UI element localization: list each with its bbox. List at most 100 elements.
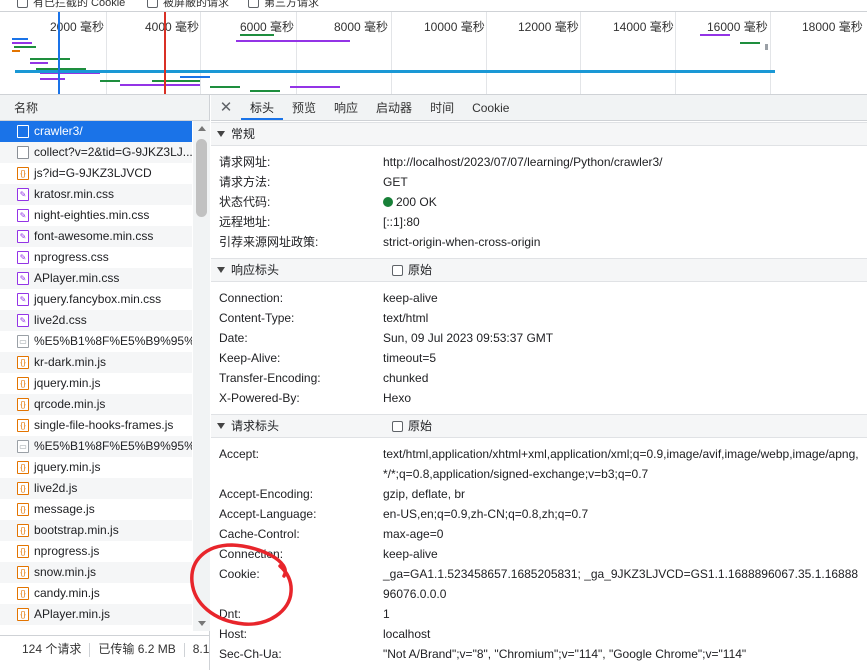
request-row[interactable]: ✎ font-awesome.min.css <box>0 226 192 247</box>
raw-toggle[interactable]: 原始 <box>392 414 432 438</box>
tick-label: 18000 毫秒 <box>802 20 863 34</box>
header-value[interactable]: 1 <box>383 604 859 624</box>
request-row[interactable]: crawler3/ <box>0 121 192 142</box>
request-row[interactable]: {} snow.min.js <box>0 562 192 583</box>
header-row: Sec-Ch-Ua: "Not A/Brand";v="8", "Chromium… <box>211 644 867 664</box>
collapse-triangle-icon[interactable] <box>217 423 225 429</box>
checkbox-icon[interactable] <box>17 0 28 8</box>
header-name: 状态代码: <box>219 195 271 209</box>
request-row[interactable]: ✎ nprogress.css <box>0 247 192 268</box>
checkbox-icon[interactable] <box>392 420 403 432</box>
header-name: Cookie: <box>219 567 260 581</box>
request-row[interactable]: ▭ %E5%B1%8F%E5%B9%95%... <box>0 331 192 352</box>
header-value[interactable]: localhost <box>383 624 859 644</box>
request-headers-section-header[interactable]: 请求标头 原始 <box>211 414 867 438</box>
header-value[interactable]: chunked <box>383 368 859 388</box>
scroll-up-icon[interactable] <box>198 126 206 131</box>
header-value[interactable]: _ga=GA1.1.523458657.1685205831; _ga_9JKZ… <box>383 564 859 604</box>
request-list-scrollbar[interactable] <box>193 121 210 631</box>
header-value[interactable]: timeout=5 <box>383 348 859 368</box>
request-row[interactable]: ✎ live2d.css <box>0 310 192 331</box>
request-row[interactable]: {} candy.min.js <box>0 583 192 604</box>
tab-headers[interactable]: 标头 <box>241 95 284 120</box>
header-row: Accept: text/html,application/xhtml+xml,a… <box>211 444 867 484</box>
request-name: collect?v=2&tid=G-9JKZ3LJ... <box>34 145 192 159</box>
response-headers-section: Connection: keep-alive Content-Type: text/h… <box>211 282 867 414</box>
scroll-down-icon[interactable] <box>198 621 206 626</box>
filter-blocked-requests[interactable]: 被屏蔽的请求 <box>147 0 229 10</box>
script-icon: {} <box>17 545 29 558</box>
header-value[interactable]: "Not A/Brand";v="8", "Chromium";v="114",… <box>383 644 859 664</box>
header-row: 请求方法: GET <box>211 172 867 192</box>
request-row[interactable]: ✎ night-eighties.min.css <box>0 205 192 226</box>
tab-cookies[interactable]: Cookie <box>463 95 518 120</box>
stylesheet-icon: ✎ <box>17 251 29 264</box>
collapse-triangle-icon[interactable] <box>217 131 225 137</box>
request-row[interactable]: {} nprogress.js <box>0 541 192 562</box>
request-name: kr-dark.min.js <box>34 355 107 369</box>
network-overview-timeline[interactable]: 2000 毫秒 4000 毫秒 6000 毫秒 8000 毫秒 10000 毫秒… <box>0 12 867 95</box>
response-headers-section-header[interactable]: 响应标头 原始 <box>211 258 867 282</box>
header-value[interactable]: Hexo <box>383 388 859 408</box>
request-row[interactable]: {} live2d.js <box>0 478 192 499</box>
header-row: Connection: keep-alive <box>211 544 867 564</box>
general-section-header[interactable]: 常规 <box>211 122 867 146</box>
request-row[interactable]: {} APlayer.min.js <box>0 604 192 625</box>
raw-toggle[interactable]: 原始 <box>392 258 432 282</box>
header-value[interactable]: strict-origin-when-cross-origin <box>383 232 859 252</box>
header-value[interactable]: text/html <box>383 308 859 328</box>
header-value[interactable]: Sun, 09 Jul 2023 09:53:37 GMT <box>383 328 859 348</box>
header-value[interactable]: keep-alive <box>383 288 859 308</box>
request-row[interactable]: {} kr-dark.min.js <box>0 352 192 373</box>
close-icon[interactable]: ✕ <box>211 95 241 120</box>
request-name: APlayer.min.css <box>34 271 120 285</box>
header-value[interactable]: text/html,application/xhtml+xml,applicat… <box>383 444 859 484</box>
script-icon: {} <box>17 587 29 600</box>
request-row[interactable]: {} jquery.min.js <box>0 373 192 394</box>
header-name: 请求方法: <box>219 175 271 189</box>
request-row[interactable]: ▭ %E5%B1%8F%E5%B9%95%... <box>0 436 192 457</box>
request-name: jquery.fancybox.min.css <box>34 292 162 306</box>
tab-initiator[interactable]: 启动器 <box>367 95 421 120</box>
image-icon: ▭ <box>17 335 29 348</box>
collapse-triangle-icon[interactable] <box>217 267 225 273</box>
request-row[interactable]: {} bootstrap.min.js <box>0 520 192 541</box>
header-value[interactable]: keep-alive <box>383 544 859 564</box>
request-name: jquery.min.js <box>34 376 101 390</box>
tab-timing[interactable]: 时间 <box>421 95 463 120</box>
header-value[interactable]: gzip, deflate, br <box>383 484 859 504</box>
request-row[interactable]: {} qrcode.min.js <box>0 394 192 415</box>
header-value[interactable]: 200 OK <box>383 192 859 212</box>
request-details-panel: ✕ 标头 预览 响应 启动器 时间 Cookie 常规 请求网址: http://… <box>211 95 867 670</box>
resources-size: 8.1 <box>192 642 210 656</box>
request-row[interactable]: collect?v=2&tid=G-9JKZ3LJ... <box>0 142 192 163</box>
request-row[interactable]: {} js?id=G-9JKZ3LJVCD <box>0 163 192 184</box>
checkbox-icon[interactable] <box>392 264 403 276</box>
checkbox-icon[interactable] <box>147 0 158 8</box>
filter-blocked-cookies[interactable]: 有已拦截的 Cookie <box>17 0 125 10</box>
stylesheet-icon: ✎ <box>17 272 29 285</box>
request-list-panel: 名称 crawler3/collect?v=2&tid=G-9JKZ3LJ...… <box>0 95 210 670</box>
request-row[interactable]: ✎ APlayer.min.css <box>0 268 192 289</box>
filter-third-party[interactable]: 第三方请求 <box>248 0 319 10</box>
header-value[interactable]: en-US,en;q=0.9,zh-CN;q=0.8,zh;q=0.7 <box>383 504 859 524</box>
request-row[interactable]: {} jquery.min.js <box>0 457 192 478</box>
request-row[interactable]: ✎ kratosr.min.css <box>0 184 192 205</box>
name-column-header[interactable]: 名称 <box>0 95 209 121</box>
general-section: 请求网址: http://localhost/2023/07/07/learnin… <box>211 146 867 258</box>
request-row[interactable]: ✎ jquery.fancybox.min.css <box>0 289 192 310</box>
header-value[interactable]: GET <box>383 172 859 192</box>
header-row: 引荐来源网址政策: strict-origin-when-cross-origin <box>211 232 867 252</box>
request-row[interactable]: {} single-file-hooks-frames.js <box>0 415 192 436</box>
request-name: live2d.css <box>34 313 87 327</box>
scroll-thumb[interactable] <box>196 139 207 217</box>
tab-preview[interactable]: 预览 <box>283 95 325 120</box>
header-value[interactable]: max-age=0 <box>383 524 859 544</box>
tab-response[interactable]: 响应 <box>325 95 367 120</box>
request-row[interactable]: {} message.js <box>0 499 192 520</box>
header-value[interactable]: http://localhost/2023/07/07/learning/Pyt… <box>383 152 859 172</box>
tick-label: 4000 毫秒 <box>145 20 200 34</box>
checkbox-icon[interactable] <box>248 0 259 8</box>
document-icon <box>17 125 29 138</box>
header-value[interactable]: [::1]:80 <box>383 212 859 232</box>
